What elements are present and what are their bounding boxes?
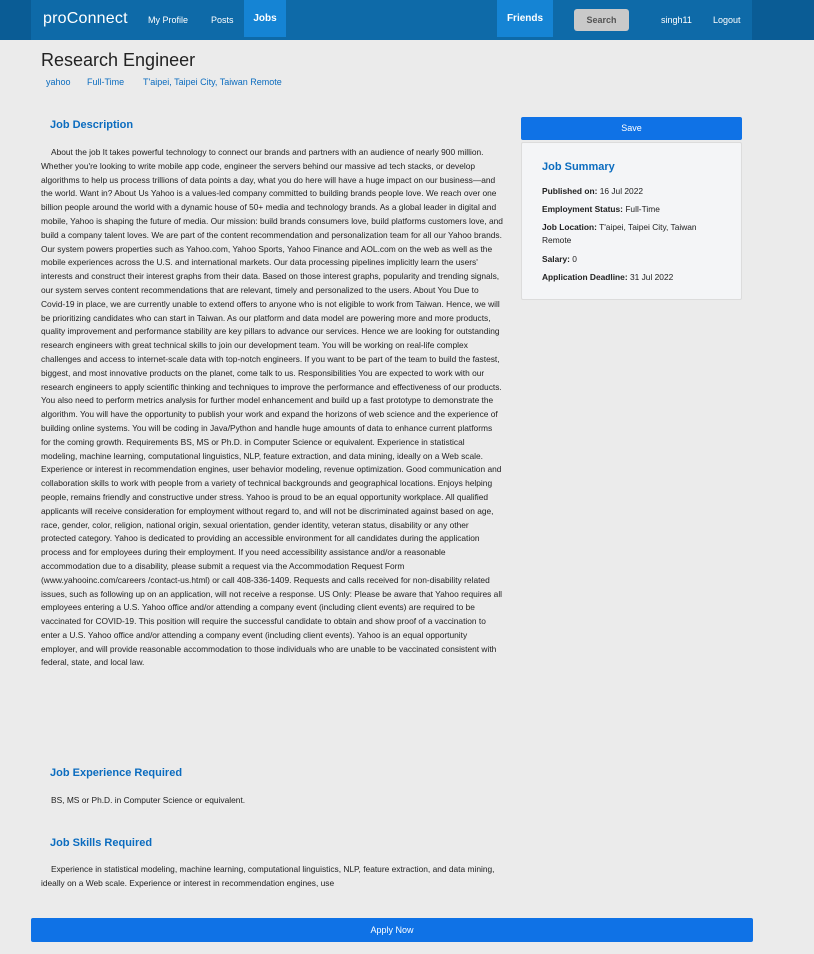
job-type-tag[interactable]: Full-Time (87, 77, 124, 87)
nav-posts[interactable]: Posts (211, 0, 234, 40)
navbar-container: proConnect My Profile Posts Jobs Friends… (31, 0, 752, 40)
nav-my-profile[interactable]: My Profile (148, 0, 188, 40)
job-location-tag[interactable]: T'aipei, Taipei City, Taiwan Remote (143, 77, 282, 87)
job-title: Research Engineer (41, 50, 196, 70)
company-link[interactable]: yahoo (46, 77, 71, 87)
job-description-heading: Job Description (50, 119, 134, 131)
summary-employment-status: Employment Status: Full-Time (542, 203, 727, 216)
nav-friends[interactable]: Friends (497, 0, 553, 37)
salary-label: Salary: (542, 254, 570, 264)
location-label: Job Location: (542, 222, 597, 232)
brand-logo[interactable]: proConnect (43, 10, 128, 28)
job-skills-text: Experience in statistical modeling, mach… (41, 864, 495, 888)
apply-now-button[interactable]: Apply Now (31, 918, 753, 942)
top-navbar: proConnect My Profile Posts Jobs Friends… (0, 0, 814, 40)
published-value: 16 Jul 2022 (599, 186, 644, 196)
summary-published: Published on: 16 Jul 2022 (542, 185, 727, 198)
summary-deadline: Application Deadline: 31 Jul 2022 (542, 271, 727, 284)
summary-location: Job Location: T'aipei, Taipei City, Taiw… (542, 221, 727, 247)
search-button[interactable]: Search (574, 9, 629, 31)
status-label: Employment Status: (542, 204, 623, 214)
status-value: Full-Time (625, 204, 660, 214)
deadline-label: Application Deadline: (542, 272, 628, 282)
job-experience-text: BS, MS or Ph.D. in Computer Science or e… (51, 795, 246, 805)
deadline-value: 31 Jul 2022 (629, 272, 674, 282)
logout-button[interactable]: Logout (713, 0, 741, 40)
published-label: Published on: (542, 186, 598, 196)
nav-username[interactable]: singh11 (661, 0, 692, 40)
nav-jobs[interactable]: Jobs (244, 0, 286, 37)
job-summary-card: Job Summary Published on: 16 Jul 2022 Em… (521, 142, 742, 300)
job-description-text: About the job It takes powerful technolo… (41, 147, 503, 668)
job-experience-heading: Job Experience Required (50, 767, 183, 779)
save-button[interactable]: Save (521, 117, 742, 140)
summary-salary: Salary: 0 (542, 253, 727, 266)
job-skills-heading: Job Skills Required (50, 837, 153, 849)
job-summary-heading: Job Summary (542, 161, 615, 173)
salary-value: 0 (572, 254, 577, 264)
